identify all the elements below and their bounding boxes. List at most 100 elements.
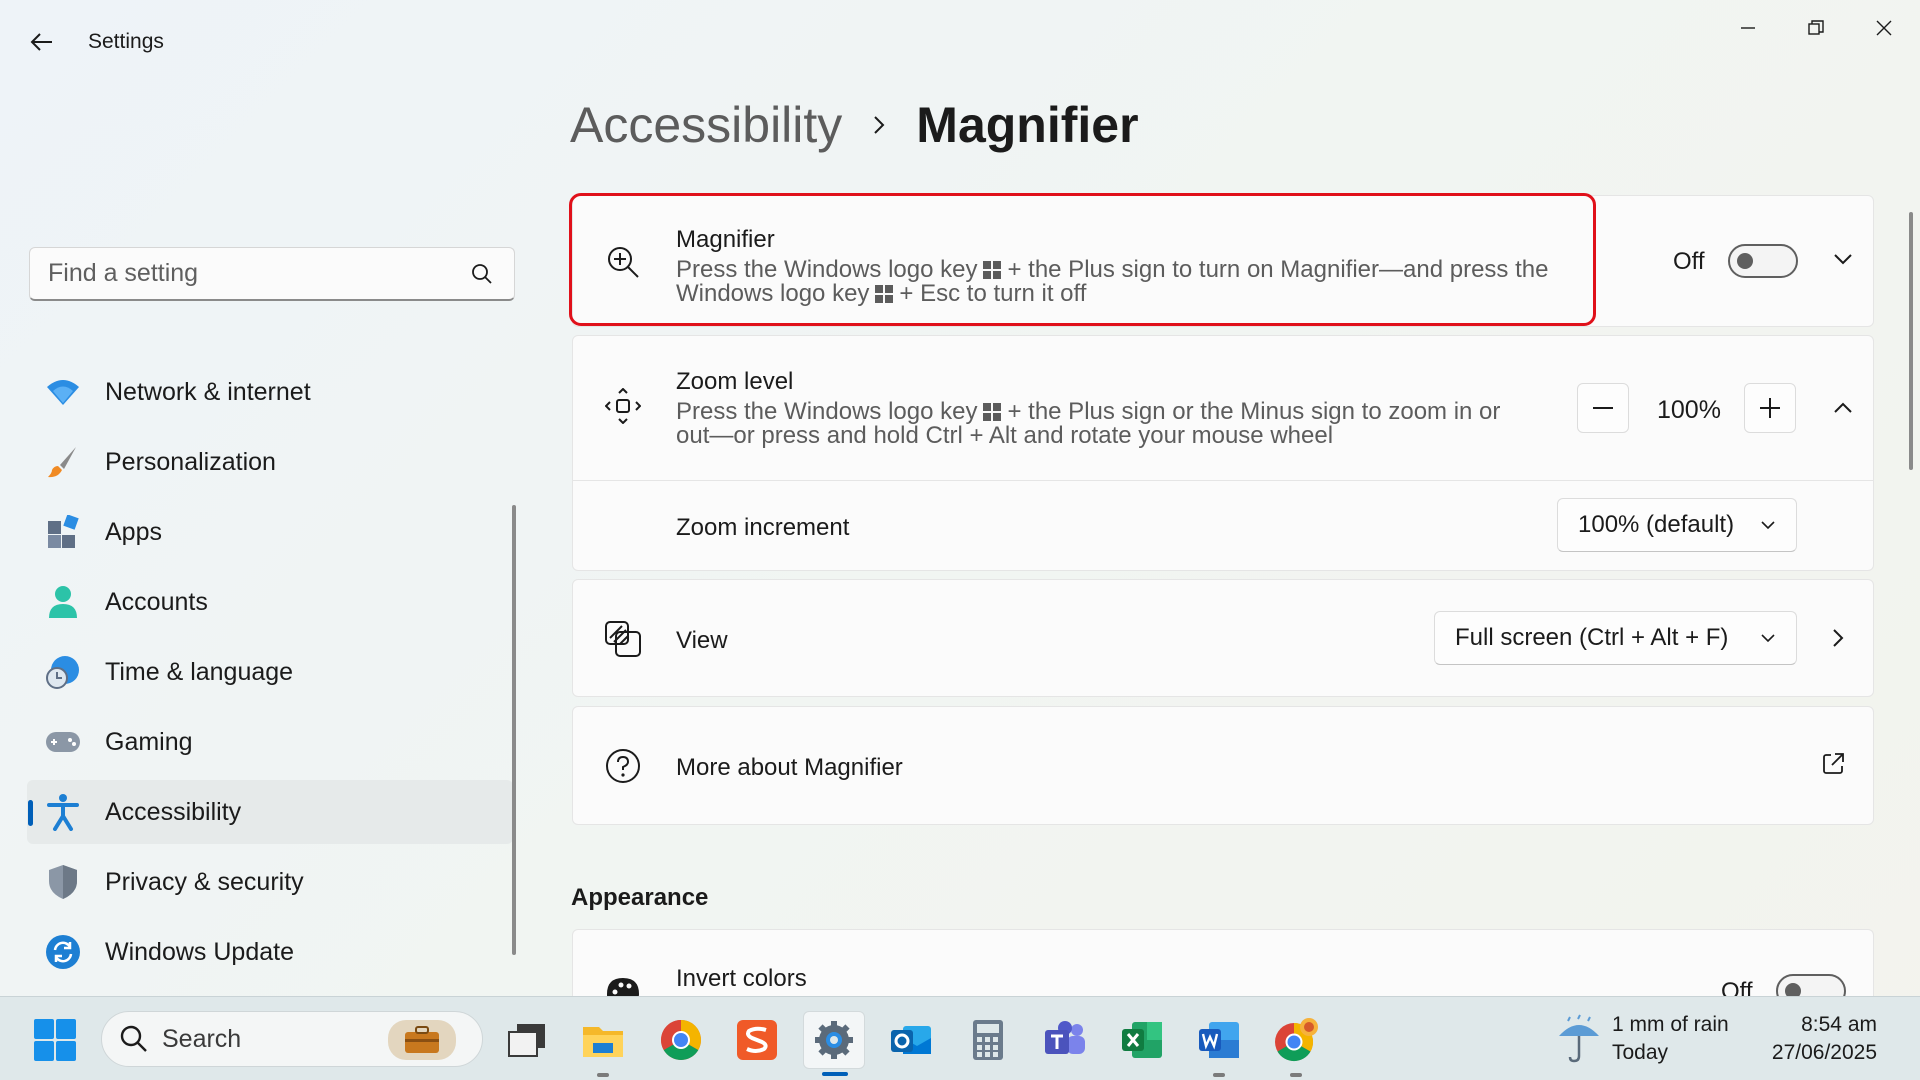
breadcrumb-parent[interactable]: Accessibility — [570, 96, 842, 154]
update-icon — [43, 932, 83, 972]
globe-clock-icon — [43, 652, 83, 692]
windows-logo-icon — [34, 1019, 54, 1039]
zoom-in-button[interactable] — [1744, 383, 1796, 433]
sidebar-item-privacy[interactable]: Privacy & security — [27, 850, 513, 914]
sidebar-item-windows-update[interactable]: Windows Update — [27, 920, 513, 984]
toggle-knob — [1737, 253, 1753, 269]
view-card: View Full screen (Ctrl + Alt + F) — [572, 579, 1874, 697]
clock[interactable]: 8:54 am 27/06/2025 — [1772, 1011, 1877, 1067]
sublime-button[interactable] — [726, 1011, 788, 1069]
view-dropdown[interactable]: Full screen (Ctrl + Alt + F) — [1434, 611, 1797, 665]
sidebar-item-label: Time & language — [105, 657, 294, 686]
invert-colors-toggle[interactable] — [1776, 974, 1846, 996]
sidebar-item-label: Accessibility — [105, 797, 242, 826]
minimize-icon — [1741, 27, 1755, 29]
sidebar-item-accounts[interactable]: Accounts — [27, 570, 513, 634]
chevron-down-icon[interactable] — [1833, 252, 1853, 271]
chrome-profile-button[interactable] — [1265, 1011, 1327, 1077]
desc-text: out—or press and hold Ctrl + Alt and rot… — [676, 422, 1334, 449]
title-bar: Settings — [0, 0, 1920, 84]
close-button[interactable] — [1854, 8, 1914, 48]
sidebar-item-label: Accounts — [105, 587, 208, 616]
palette-icon — [603, 974, 643, 996]
chevron-down-icon — [1761, 521, 1775, 530]
sidebar-item-time-language[interactable]: Time & language — [27, 640, 513, 704]
zoom-increment-dropdown[interactable]: 100% (default) — [1557, 498, 1797, 552]
zoom-level-card: Zoom level Press the Windows logo key + t… — [572, 335, 1874, 571]
folder-icon — [583, 1027, 623, 1057]
sidebar-item-network[interactable]: Network & internet — [27, 360, 513, 424]
file-explorer-button[interactable] — [572, 1011, 634, 1077]
view-value: Full screen (Ctrl + Alt + F) — [1455, 624, 1729, 651]
main-scrollbar[interactable] — [1909, 212, 1913, 470]
wifi-icon — [43, 372, 83, 412]
accessibility-icon — [43, 792, 83, 832]
sidebar-item-label: Personalization — [105, 447, 276, 476]
desc-text: + the Plus sign or the Minus sign to zoo… — [1007, 398, 1501, 425]
sidebar-item-label: Windows Update — [105, 937, 294, 966]
search-input[interactable] — [48, 259, 468, 288]
page-title: Magnifier — [916, 97, 1139, 153]
outlook-button[interactable] — [880, 1011, 942, 1069]
clock-time: 8:54 am — [1801, 1013, 1877, 1036]
chrome-icon — [661, 1020, 701, 1060]
chrome-profile-icon — [1275, 1018, 1318, 1062]
chevron-up-icon[interactable] — [1833, 401, 1853, 420]
weather-summary: 1 mm of rain — [1612, 1013, 1729, 1036]
magnifier-toggle[interactable] — [1728, 244, 1798, 278]
start-button[interactable] — [34, 1019, 76, 1061]
desc-text: Press the Windows logo key — [676, 398, 978, 425]
search-icon[interactable] — [468, 260, 496, 288]
magnifier-state-label: Off — [1673, 248, 1705, 275]
chevron-down-icon — [1761, 634, 1775, 643]
invert-colors-card: Invert colors Off — [572, 929, 1874, 996]
weather-widget[interactable]: 1 mm of rain Today — [1556, 1011, 1729, 1067]
sidebar-item-accessibility[interactable]: Accessibility — [27, 780, 513, 844]
chrome-button[interactable] — [650, 1011, 712, 1069]
find-setting-search[interactable] — [29, 247, 515, 301]
person-icon — [43, 582, 83, 622]
teams-button[interactable] — [1034, 1011, 1096, 1069]
task-view-button[interactable] — [496, 1011, 558, 1069]
word-button[interactable] — [1188, 1011, 1250, 1077]
taskbar-search-label: Search — [162, 1024, 242, 1053]
highlight-annotation — [569, 193, 1596, 326]
excel-button[interactable] — [1111, 1011, 1173, 1069]
divider — [573, 480, 1873, 481]
minimize-button[interactable] — [1718, 8, 1778, 48]
sidebar-item-label: Privacy & security — [105, 867, 304, 896]
sidebar-scrollbar[interactable] — [512, 505, 516, 955]
windows-logo-icon — [56, 1041, 76, 1061]
task-view-icon — [508, 1024, 545, 1057]
running-indicator — [1213, 1073, 1225, 1077]
chevron-right-icon[interactable] — [1831, 627, 1845, 654]
toggle-knob — [1785, 983, 1801, 996]
plus-icon — [1760, 398, 1780, 418]
more-about-card[interactable]: More about Magnifier — [572, 706, 1874, 825]
settings-taskbar-button[interactable] — [803, 1011, 865, 1076]
sidebar-item-label: Network & internet — [105, 377, 311, 406]
sidebar-item-label: Gaming — [105, 727, 193, 756]
back-button[interactable] — [22, 24, 62, 60]
weather-day: Today — [1612, 1041, 1669, 1064]
calculator-button[interactable] — [957, 1011, 1019, 1069]
invert-colors-state-label: Off — [1721, 978, 1753, 996]
zoom-level-title: Zoom level — [676, 368, 794, 395]
external-link-icon[interactable] — [1821, 752, 1845, 781]
close-icon — [1876, 20, 1892, 36]
gear-icon — [815, 1021, 853, 1059]
clock-date: 27/06/2025 — [1771, 1041, 1877, 1064]
sidebar-item-apps[interactable]: Apps — [27, 500, 513, 564]
teams-icon — [1045, 1021, 1085, 1054]
search-icon — [120, 1025, 147, 1052]
zoom-out-button[interactable] — [1577, 383, 1629, 433]
windows-logo-icon — [34, 1041, 54, 1061]
sidebar-item-gaming[interactable]: Gaming — [27, 710, 513, 774]
calculator-icon — [973, 1020, 1003, 1060]
sidebar-item-personalization[interactable]: Personalization — [27, 430, 513, 494]
gamepad-icon — [43, 722, 83, 762]
outlook-icon — [891, 1026, 931, 1054]
more-about-title: More about Magnifier — [676, 754, 903, 781]
taskbar-search[interactable]: Search — [101, 1011, 483, 1067]
restore-button[interactable] — [1786, 8, 1846, 48]
